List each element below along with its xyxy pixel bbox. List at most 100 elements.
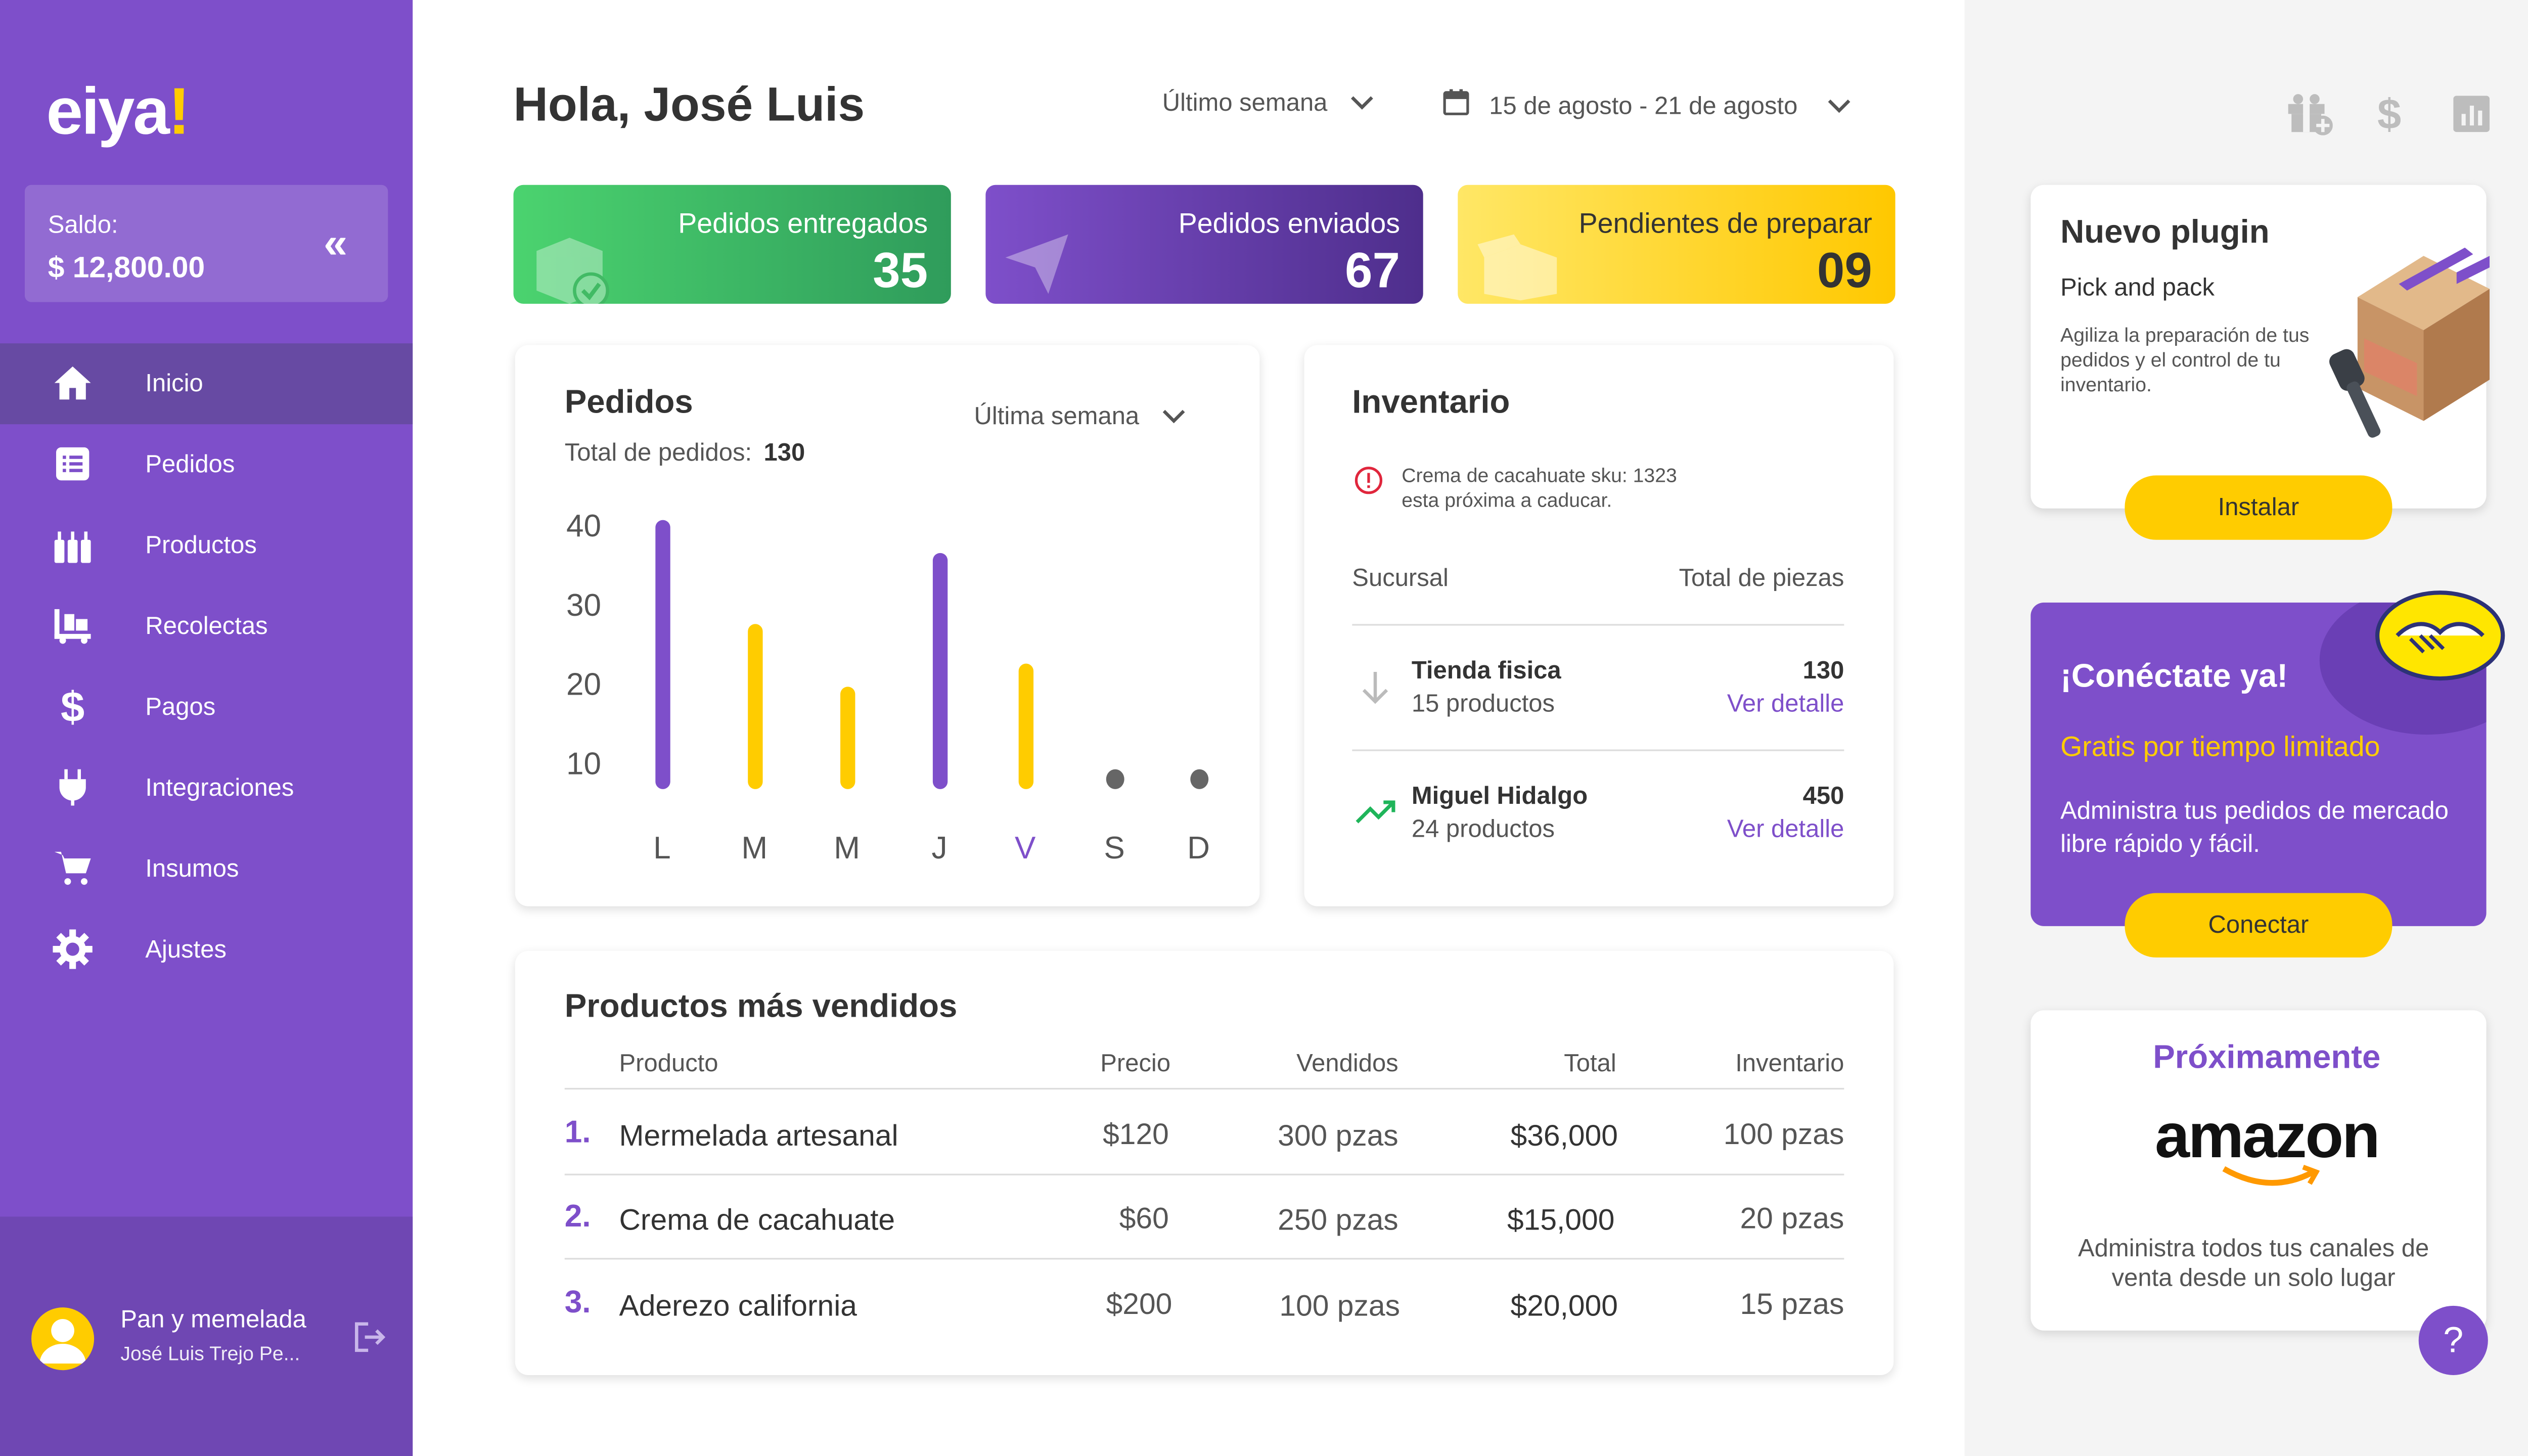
divider [564,1087,1844,1090]
help-button[interactable]: ? [2418,1305,2488,1376]
stat-title: Pendientes de preparar [1578,208,1872,240]
user-name: José Luis Trejo Pe... [120,1342,300,1366]
inventory-alert: Crema de cacahuate sku: 1323 esta próxim… [1402,464,1677,514]
stat-title: Pedidos enviados [1178,208,1400,240]
y-tick-label: 40 [566,510,602,545]
sidebar-item-label: Pagos [145,693,216,721]
view-detail-link[interactable]: Ver detalle [1700,815,1844,844]
product-name[interactable]: Mermelada artesanal [619,1119,898,1154]
col-header: Inventario [1735,1050,1844,1078]
col-branch: Sucursal [1352,564,1449,593]
gear-icon [53,929,93,969]
rank: 3. [564,1286,591,1321]
rank: 2. [564,1200,591,1235]
home-icon [53,363,92,402]
sidebar-item-productos[interactable]: Productos [0,505,413,586]
divider [1352,749,1844,751]
x-tick-label: L [653,832,671,867]
date-range-select[interactable]: 15 de agosto - 21 de agosto [1443,89,1850,122]
orders-title: Pedidos [564,384,693,421]
stat-card-pending[interactable]: Pendientes de preparar 09 [1458,185,1895,304]
sidebar-item-ajustes[interactable]: Ajustes [0,909,413,990]
orders-period-value: Última semana [974,402,1140,431]
y-tick-label: 30 [566,589,602,624]
box-check-icon [530,228,616,304]
y-tick-label: 10 [566,747,602,782]
x-tick-label: D [1187,832,1210,867]
plugin-subtitle: Pick and pack [2060,274,2215,302]
collapse-sidebar-icon[interactable]: « [324,221,347,264]
product-sold: 300 pzas [1278,1119,1398,1153]
connect-description: Administra tus pedidos de mercado libre … [2060,797,2449,858]
plugin-description: Agiliza la preparación de tus pedidos y … [2060,324,2310,396]
brand-logo[interactable]: eiya! [46,76,190,149]
product-price: $120 [1103,1117,1169,1151]
sidebar-item-inicio[interactable]: Inicio [0,343,413,425]
product-stock: 100 pzas [1723,1117,1844,1151]
product-stock: 15 pzas [1740,1287,1844,1321]
period-select-value: Último semana [1162,89,1328,117]
col-header: Producto [619,1050,718,1078]
page-title: Hola, José Luis [513,79,865,132]
avatar[interactable] [31,1307,95,1371]
store-name: Pan y memelada [120,1305,306,1334]
stat-value: 09 [1817,244,1872,299]
balance-label: Saldo: [48,211,118,240]
stat-card-delivered[interactable]: Pedidos entregados 35 [513,185,951,304]
branch-products: 15 productos [1411,690,1555,718]
connect-title: ¡Conéctate ya! [2060,658,2288,695]
sidebar-item-recolectas[interactable]: Recolectas [0,586,413,667]
stat-value: 67 [1345,244,1400,299]
sidebar-item-insumos[interactable]: Insumos [0,829,413,909]
product-price: $200 [1106,1287,1172,1321]
plug-icon [53,767,92,807]
sidebar-item-label: Pedidos [145,450,235,479]
product-sold: 250 pzas [1278,1203,1398,1237]
top-products-title: Productos más vendidos [564,988,958,1025]
sidebar-item-label: Integraciones [145,774,294,802]
product-name[interactable]: Aderezo california [619,1289,857,1324]
open-box-icon [1474,228,1563,304]
chart-bar[interactable] [654,521,670,789]
plugin-title: Nuevo plugin [2060,214,2270,251]
branch-total: 450 [1802,782,1844,811]
connect-button[interactable]: Conectar [2125,893,2392,958]
logout-icon[interactable] [353,1322,386,1360]
orders-total-label: Total de pedidos: [564,439,752,468]
x-tick-label: M [834,832,860,867]
product-total: $36,000 [1510,1119,1618,1153]
chart-bar[interactable] [932,552,947,789]
bar-chart-icon[interactable] [2453,96,2490,140]
chevron-down-icon [1350,89,1374,117]
branch-products: 24 productos [1411,815,1555,844]
calendar-icon [1443,89,1469,122]
chart-bar[interactable] [839,686,854,789]
product-total: $15,000 [1507,1203,1615,1237]
chevron-down-icon [1827,92,1850,120]
paper-plane-icon [1002,228,1071,304]
stat-card-sent[interactable]: Pedidos enviados 67 [985,185,1423,304]
sidebar-item-label: Ajustes [145,936,227,964]
trending-up-icon [1356,799,1398,834]
gift-add-icon[interactable] [2286,93,2333,144]
chart-bar[interactable] [747,623,762,789]
divider [1352,624,1844,626]
install-button[interactable]: Instalar [2125,475,2392,540]
period-select[interactable]: Último semana [1162,89,1374,117]
sidebar-item-pagos[interactable]: $ Pagos [0,667,413,748]
x-tick-label: J [931,832,947,867]
product-name[interactable]: Crema de cacahuate [619,1203,895,1238]
sidebar-item-integraciones[interactable]: Integraciones [0,748,413,829]
date-range-value: 15 de agosto - 21 de agosto [1489,92,1798,120]
view-detail-link[interactable]: Ver detalle [1700,690,1844,718]
rank: 1. [564,1116,591,1151]
y-tick-label: 20 [566,668,602,703]
chart-bar[interactable] [1018,663,1033,789]
dollar-icon[interactable]: $ [2377,89,2401,140]
connect-promo: Gratis por tiempo limitado [2060,731,2380,763]
orders-period-select[interactable]: Última semana [974,403,1186,431]
divider [564,1258,1844,1260]
sidebar-item-pedidos[interactable]: Pedidos [0,424,413,505]
product-sold: 100 pzas [1279,1289,1400,1323]
stat-title: Pedidos entregados [678,208,928,240]
